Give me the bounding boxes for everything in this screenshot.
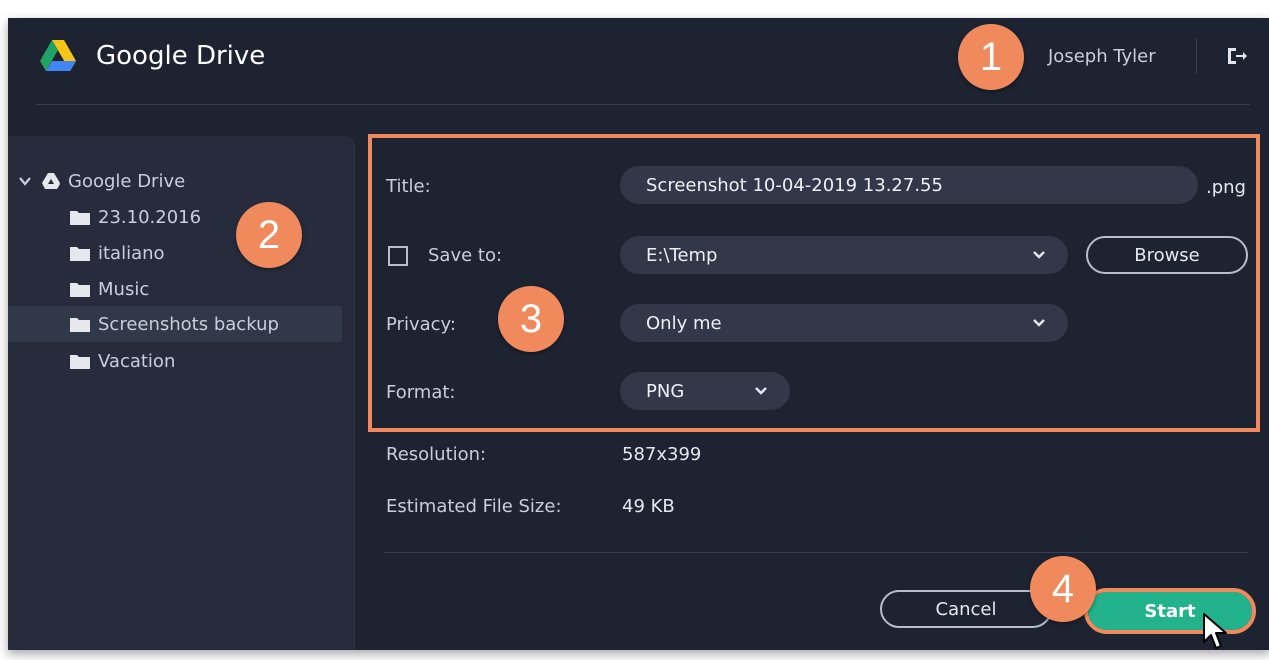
- tree-folder-item[interactable]: Vacation: [70, 344, 175, 378]
- resolution-label: Resolution:: [386, 444, 487, 465]
- google-drive-icon: [42, 173, 60, 189]
- callout-badge-1: 1: [958, 24, 1024, 90]
- title-input-value: Screenshot 10-04-2019 13.27.55: [646, 174, 943, 196]
- folder-tree: Google Drive 23.10.2016 italiano Music S…: [8, 136, 355, 650]
- folder-label: Screenshots backup: [98, 313, 279, 335]
- header-divider-line: [36, 104, 1250, 105]
- callout-badge-2: 2: [236, 202, 302, 268]
- title-label: Title:: [386, 176, 431, 197]
- user-name[interactable]: Joseph Tyler: [1048, 46, 1156, 67]
- browse-button[interactable]: Browse: [1086, 236, 1248, 274]
- callout-badge-4: 4: [1030, 556, 1096, 622]
- chevron-down-icon: [755, 387, 767, 395]
- format-dropdown[interactable]: PNG: [620, 372, 790, 410]
- save-to-dropdown[interactable]: E:\Temp: [620, 236, 1068, 274]
- tree-folder-item[interactable]: italiano: [70, 236, 165, 270]
- folder-icon: [70, 211, 90, 225]
- tree-root-label: Google Drive: [68, 170, 186, 192]
- tree-folder-item[interactable]: 23.10.2016: [70, 200, 201, 234]
- mouse-pointer-icon: [1203, 613, 1227, 649]
- title-input[interactable]: Screenshot 10-04-2019 13.27.55: [620, 166, 1198, 204]
- chevron-down-icon: [1033, 251, 1045, 259]
- save-to-checkbox[interactable]: [388, 246, 408, 266]
- save-to-label: Save to:: [428, 245, 503, 266]
- format-label: Format:: [386, 382, 456, 403]
- resolution-value: 587x399: [622, 444, 702, 465]
- chevron-down-icon[interactable]: [18, 174, 32, 188]
- logout-icon[interactable]: [1226, 46, 1248, 66]
- filesize-value: 49 KB: [622, 496, 675, 517]
- upload-settings-panel: Title: Screenshot 10-04-2019 13.27.55 .p…: [368, 136, 1269, 650]
- privacy-value: Only me: [646, 312, 722, 334]
- folder-label: Vacation: [98, 350, 176, 372]
- google-drive-logo-icon: [40, 40, 76, 71]
- folder-label: italiano: [98, 242, 165, 264]
- folder-icon: [70, 247, 90, 261]
- privacy-label: Privacy:: [386, 314, 456, 335]
- tree-root-google-drive[interactable]: Google Drive: [18, 164, 185, 198]
- google-drive-dialog: Google Drive Joseph Tyler Google Drive 2…: [8, 18, 1269, 650]
- folder-icon: [70, 355, 90, 369]
- folder-icon: [70, 283, 90, 297]
- callout-badge-3: 3: [498, 286, 564, 352]
- privacy-dropdown[interactable]: Only me: [620, 304, 1068, 342]
- tree-folder-item-selected[interactable]: Screenshots backup: [8, 306, 342, 342]
- format-value: PNG: [646, 380, 685, 402]
- tree-folder-item[interactable]: Music: [70, 272, 149, 306]
- header-divider: [1196, 38, 1197, 74]
- footer-divider: [384, 552, 1248, 553]
- folder-label: Music: [98, 278, 150, 300]
- save-to-value: E:\Temp: [646, 244, 718, 266]
- file-extension: .png: [1206, 177, 1246, 198]
- cancel-button[interactable]: Cancel: [880, 590, 1052, 628]
- app-title: Google Drive: [96, 41, 266, 71]
- folder-label: 23.10.2016: [98, 206, 202, 228]
- folder-icon: [70, 318, 90, 332]
- chevron-down-icon: [1033, 319, 1045, 327]
- title-bar: Google Drive Joseph Tyler: [8, 18, 1269, 106]
- filesize-label: Estimated File Size:: [386, 496, 562, 517]
